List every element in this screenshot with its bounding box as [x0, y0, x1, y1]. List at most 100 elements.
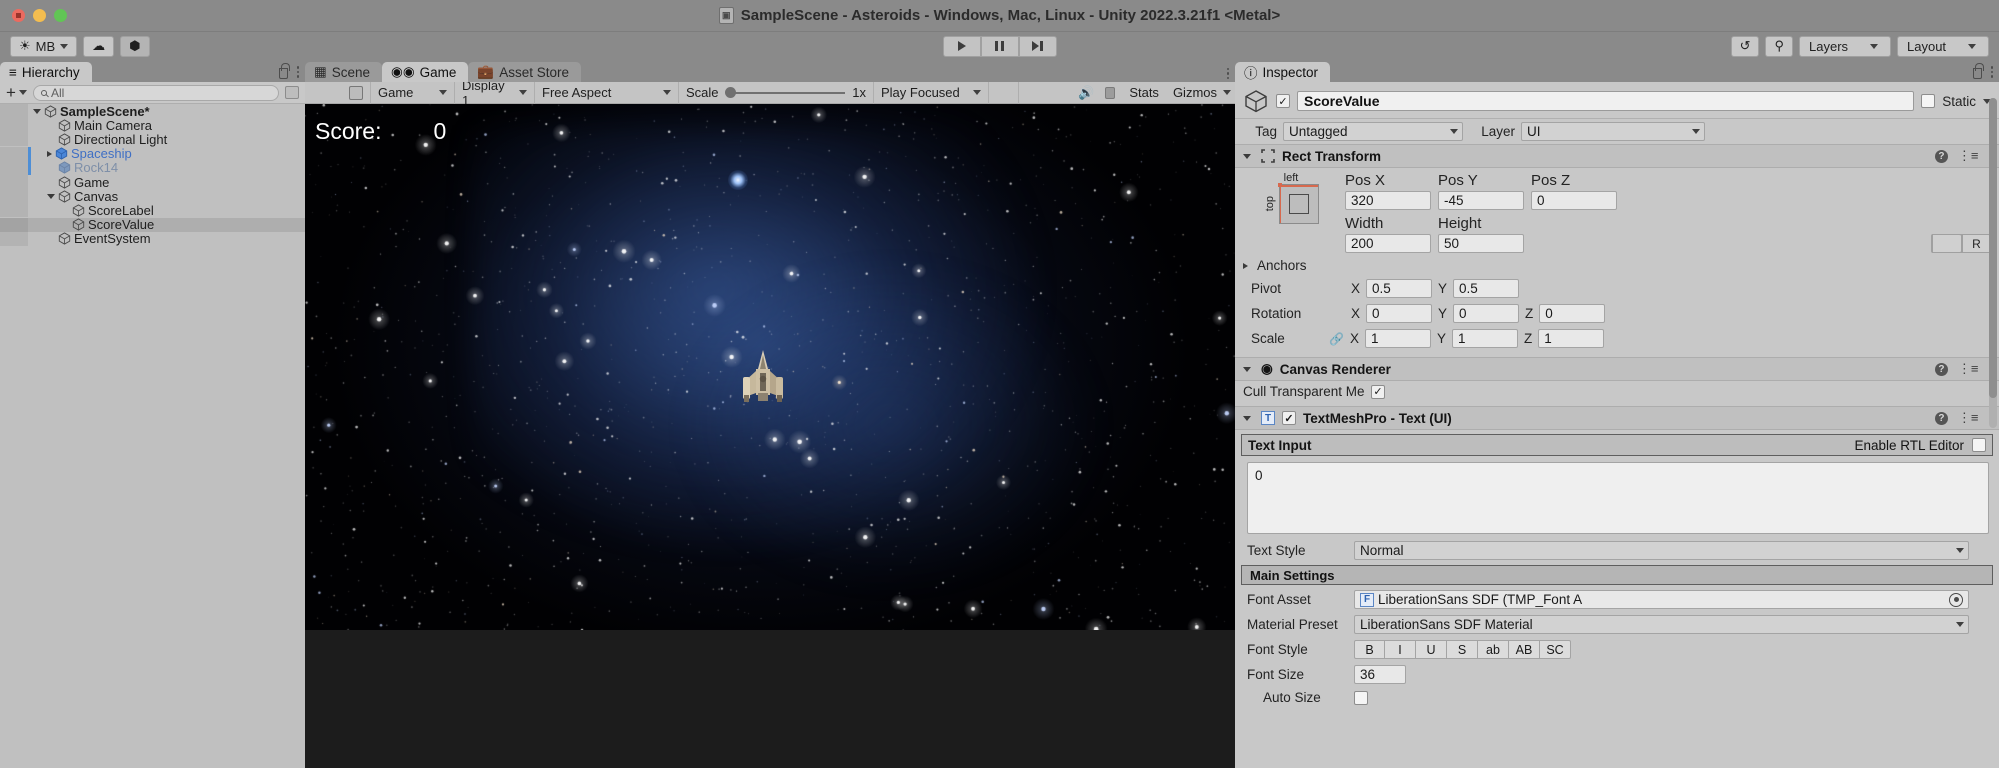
hierarchy-search-input[interactable]: All [33, 85, 279, 101]
rect-transform-header[interactable]: Rect Transform ? ⋮≡ [1235, 144, 1999, 168]
layer-dropdown[interactable]: UI [1521, 122, 1705, 141]
display-dropdown[interactable]: Display 1 [455, 82, 535, 104]
font-style-button-u[interactable]: U [1416, 640, 1447, 659]
help-icon[interactable]: ? [1935, 363, 1948, 376]
rot-x-input[interactable]: 0 [1366, 304, 1432, 323]
main-settings-header[interactable]: Main Settings [1241, 565, 1993, 585]
expand-toggle-icon[interactable] [33, 109, 41, 114]
hierarchy-item-game[interactable]: Game [0, 175, 305, 189]
rot-y-input[interactable]: 0 [1453, 304, 1519, 323]
mute-audio-button[interactable]: 🔊 [1074, 84, 1098, 102]
hierarchy-item-spaceship[interactable]: Spaceship [0, 147, 305, 161]
preset-icon[interactable]: ⋮≡ [1958, 410, 1979, 426]
preset-icon[interactable]: ⋮≡ [1958, 361, 1979, 377]
anchors-row[interactable]: Anchors [1235, 255, 1999, 276]
pause-button[interactable] [981, 36, 1019, 57]
gizmos-button[interactable]: Gizmos [1166, 82, 1235, 104]
scale-slider-group[interactable]: Scale 1x [679, 82, 874, 104]
more-options-icon[interactable] [297, 66, 300, 78]
more-options-icon[interactable] [1991, 66, 1994, 78]
tab-hierarchy[interactable]: ≡ Hierarchy [0, 62, 92, 82]
hierarchy-item-canvas[interactable]: Canvas [0, 189, 305, 203]
font-style-button-ab[interactable]: ab [1478, 640, 1509, 659]
collapse-toggle-icon[interactable] [1243, 416, 1251, 421]
maximize-icon[interactable] [349, 86, 363, 100]
auto-size-checkbox[interactable] [1354, 691, 1368, 705]
more-options-icon[interactable] [1227, 68, 1230, 80]
raw-edit-button[interactable]: R [1961, 234, 1991, 253]
help-icon[interactable]: ? [1935, 412, 1948, 425]
expand-toggle-icon[interactable] [47, 151, 52, 157]
services-button[interactable]: ⬢ [120, 36, 149, 57]
font-size-input[interactable]: 36 [1354, 665, 1406, 684]
scale-y-input[interactable]: 1 [1452, 329, 1518, 348]
scale-x-input[interactable]: 1 [1365, 329, 1431, 348]
anchor-preset-group[interactable]: left top [1243, 172, 1339, 253]
tab-inspector[interactable]: ⓘ Inspector [1235, 62, 1330, 82]
font-style-button-ab[interactable]: AB [1509, 640, 1540, 659]
inspector-scrollbar[interactable] [1989, 98, 1997, 428]
hierarchy-item-samplescene[interactable]: SampleScene* [0, 104, 305, 118]
anchor-preset-widget[interactable] [1279, 184, 1319, 224]
minimize-window-button[interactable] [33, 9, 46, 22]
gameobject-name-input[interactable]: ScoreValue [1297, 91, 1914, 111]
hierarchy-item-scorevalue[interactable]: ScoreValue [0, 218, 305, 232]
rtl-editor-checkbox[interactable] [1972, 438, 1986, 452]
hierarchy-item-eventsystem[interactable]: EventSystem [0, 232, 305, 246]
target-display-dropdown[interactable]: Game [371, 82, 455, 104]
font-style-button-s[interactable]: S [1447, 640, 1478, 659]
hierarchy-item-directionallight[interactable]: Directional Light [0, 132, 305, 146]
add-gameobject-button[interactable]: + [6, 84, 27, 101]
text-style-dropdown[interactable]: Normal [1354, 541, 1969, 560]
layers-dropdown[interactable]: Layers [1799, 36, 1891, 57]
vsync-cell[interactable] [989, 82, 1019, 104]
maximize-on-play-cell[interactable] [305, 82, 371, 104]
window-controls[interactable] [12, 9, 67, 22]
canvas-renderer-header[interactable]: ◉ Canvas Renderer ? ⋮≡ [1235, 357, 1999, 381]
game-grid-button[interactable] [1098, 84, 1122, 102]
tab-game[interactable]: ◉◉ Game [382, 62, 468, 82]
maximize-window-button[interactable] [54, 9, 67, 22]
aspect-ratio-dropdown[interactable]: Free Aspect [535, 82, 679, 104]
collapse-toggle-icon[interactable] [1243, 367, 1251, 372]
pos-x-input[interactable]: 320 [1345, 191, 1431, 210]
blueprint-mode-button[interactable] [1931, 234, 1961, 253]
cull-transparent-mesh-checkbox[interactable]: ✓ [1371, 385, 1385, 399]
pos-y-input[interactable]: -45 [1438, 191, 1524, 210]
step-button[interactable] [1019, 36, 1057, 57]
collapse-toggle-icon[interactable] [1243, 154, 1251, 159]
hierarchy-item-maincamera[interactable]: Main Camera [0, 118, 305, 132]
layout-dropdown[interactable]: Layout [1897, 36, 1989, 57]
preset-icon[interactable]: ⋮≡ [1958, 148, 1979, 164]
anchors-expand-icon[interactable] [1243, 263, 1248, 269]
font-style-button-i[interactable]: I [1385, 640, 1416, 659]
play-button[interactable] [943, 36, 981, 57]
font-style-button-b[interactable]: B [1354, 640, 1385, 659]
static-checkbox[interactable] [1921, 94, 1935, 108]
hierarchy-item-scorelabel[interactable]: ScoreLabel [0, 203, 305, 217]
textmeshpro-enabled-checkbox[interactable]: ✓ [1282, 411, 1296, 425]
cloud-button[interactable]: ☁ [83, 36, 114, 57]
lock-icon[interactable] [1973, 68, 1982, 79]
game-render-canvas[interactable]: Score: 0 [305, 104, 1235, 630]
expand-toggle-icon[interactable] [47, 194, 55, 199]
scale-z-input[interactable]: 1 [1538, 329, 1604, 348]
rot-z-input[interactable]: 0 [1539, 304, 1605, 323]
pivot-y-input[interactable]: 0.5 [1453, 279, 1519, 298]
play-mode-dropdown[interactable]: Play Focused [874, 82, 989, 104]
font-style-button-sc[interactable]: SC [1540, 640, 1571, 659]
undo-history-button[interactable]: ↺ [1731, 36, 1760, 57]
scale-slider[interactable] [726, 92, 846, 94]
close-window-button[interactable] [12, 9, 25, 22]
stats-button[interactable]: Stats [1122, 82, 1166, 104]
account-button[interactable]: ☀ MB [10, 36, 77, 57]
lock-icon[interactable] [279, 68, 288, 79]
tag-dropdown[interactable]: Untagged [1283, 122, 1463, 141]
pivot-x-input[interactable]: 0.5 [1366, 279, 1432, 298]
textmeshpro-header[interactable]: T ✓ TextMeshPro - Text (UI) ? ⋮≡ [1235, 406, 1999, 430]
object-picker-icon[interactable] [1949, 593, 1963, 607]
text-input-textarea[interactable]: 0 [1247, 462, 1989, 534]
pos-z-input[interactable]: 0 [1531, 191, 1617, 210]
global-search-button[interactable]: ⚲ [1765, 36, 1793, 57]
scale-slider-handle[interactable] [725, 87, 736, 98]
